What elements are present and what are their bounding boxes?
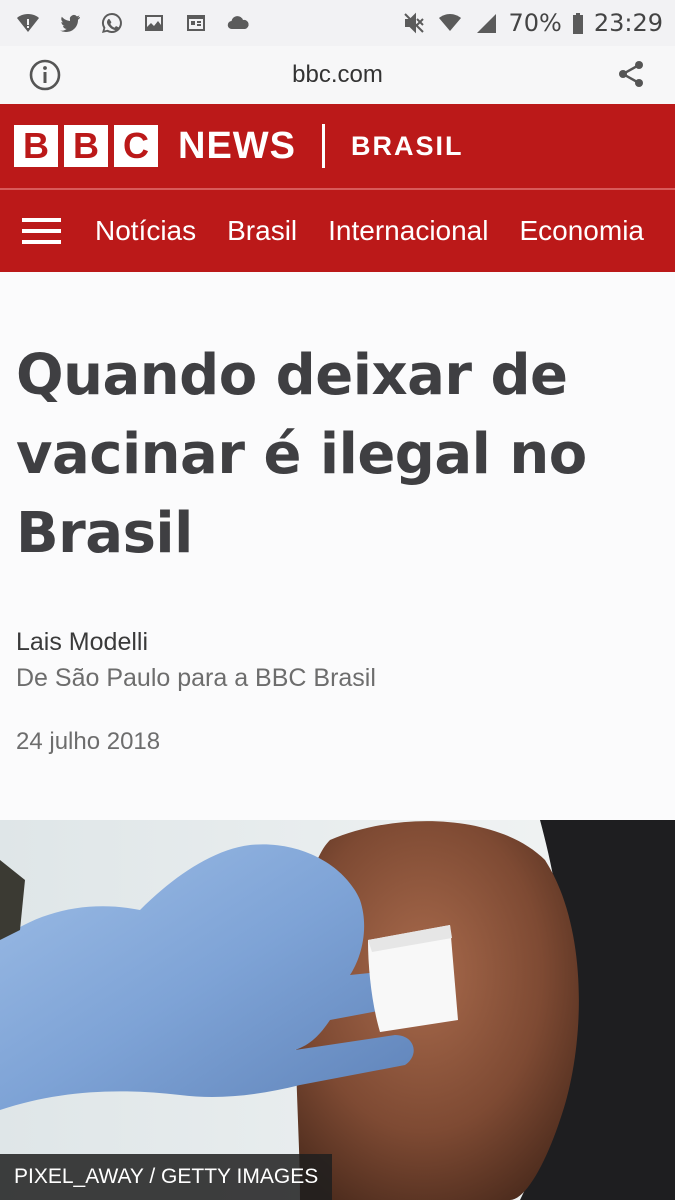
- status-system: 70% 23:29: [400, 9, 663, 37]
- battery-icon: [570, 11, 586, 35]
- nav-item-brasil[interactable]: Brasil: [227, 215, 297, 247]
- wifi-alert-icon: [14, 11, 42, 35]
- bbc-logo-letter: C: [114, 125, 158, 167]
- headline-line: Quando deixar de: [16, 343, 568, 408]
- header-separator: [322, 124, 325, 168]
- cell-signal-icon: [472, 11, 500, 35]
- publish-date: 24 julho 2018: [16, 728, 161, 755]
- region-label[interactable]: BRASIL: [351, 131, 464, 162]
- headline-line: Brasil: [16, 501, 193, 566]
- image-caption: PIXEL_AWAY / GETTY IMAGES: [0, 1154, 333, 1200]
- nav-item-noticias[interactable]: Notícias: [95, 215, 196, 247]
- author-name: Lais Modelli: [16, 628, 149, 656]
- article-headline: Quando deixar de vacinar é ilegal no Bra…: [16, 336, 636, 573]
- cloud-icon: [224, 11, 252, 35]
- status-bar: 70% 23:29: [0, 0, 675, 46]
- nav-item-economia[interactable]: Economia: [519, 215, 644, 247]
- headline-line: vacinar é ilegal no: [16, 422, 587, 487]
- bbc-logo[interactable]: B B C: [14, 125, 158, 167]
- whatsapp-icon: [98, 11, 126, 35]
- calendar-icon: [182, 11, 210, 35]
- wifi-icon: [436, 11, 464, 35]
- nav-item-internacional[interactable]: Internacional: [328, 215, 488, 247]
- status-notifications: [14, 11, 252, 35]
- menu-icon[interactable]: [22, 218, 61, 244]
- news-wordmark[interactable]: NEWS: [178, 125, 296, 168]
- article-image[interactable]: PIXEL_AWAY / GETTY IMAGES: [0, 820, 675, 1200]
- bbc-logo-letter: B: [64, 125, 108, 167]
- mute-icon: [400, 11, 428, 35]
- twitter-icon: [56, 11, 84, 35]
- clock: 23:29: [593, 9, 663, 37]
- browser-url-bar[interactable]: bbc.com: [0, 46, 675, 104]
- vaccination-photo: [0, 820, 675, 1200]
- site-header: B B C NEWS BRASIL: [0, 104, 675, 188]
- battery-percent: 70%: [508, 9, 562, 37]
- author-organization: De São Paulo para a BBC Brasil: [16, 664, 376, 692]
- info-icon[interactable]: [28, 58, 62, 92]
- image-icon: [140, 11, 168, 35]
- nav-bar: Notícias Brasil Internacional Economia: [0, 190, 675, 272]
- share-icon[interactable]: [615, 58, 647, 90]
- url-text[interactable]: bbc.com: [292, 61, 383, 89]
- bbc-logo-letter: B: [14, 125, 58, 167]
